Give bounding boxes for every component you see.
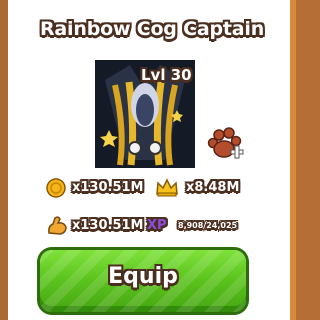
coins-multiplier: x130.51M bbox=[72, 180, 144, 195]
equip-button-label: Equip bbox=[108, 264, 178, 289]
pet-level: Lvl 30 bbox=[141, 66, 192, 84]
xp-progress: 8,908/24,025 bbox=[178, 221, 238, 230]
coin-icon bbox=[46, 178, 66, 198]
xp-label: XP bbox=[147, 218, 167, 233]
flexed-arm-icon bbox=[48, 216, 67, 235]
panel-right-border bbox=[296, 0, 320, 320]
pet-portrait: Lvl 30 bbox=[95, 60, 195, 168]
crown-icon bbox=[156, 178, 178, 197]
paw-plus-icon bbox=[207, 127, 244, 159]
feed-pet-button[interactable] bbox=[205, 125, 245, 165]
strength-multiplier: x130.51M bbox=[72, 218, 144, 233]
equip-button[interactable]: Equip bbox=[40, 250, 246, 312]
crown-multiplier: x8.48M bbox=[186, 180, 240, 195]
panel-left-border bbox=[0, 0, 8, 320]
pet-name-title: Rainbow Cog Captain bbox=[40, 18, 265, 40]
